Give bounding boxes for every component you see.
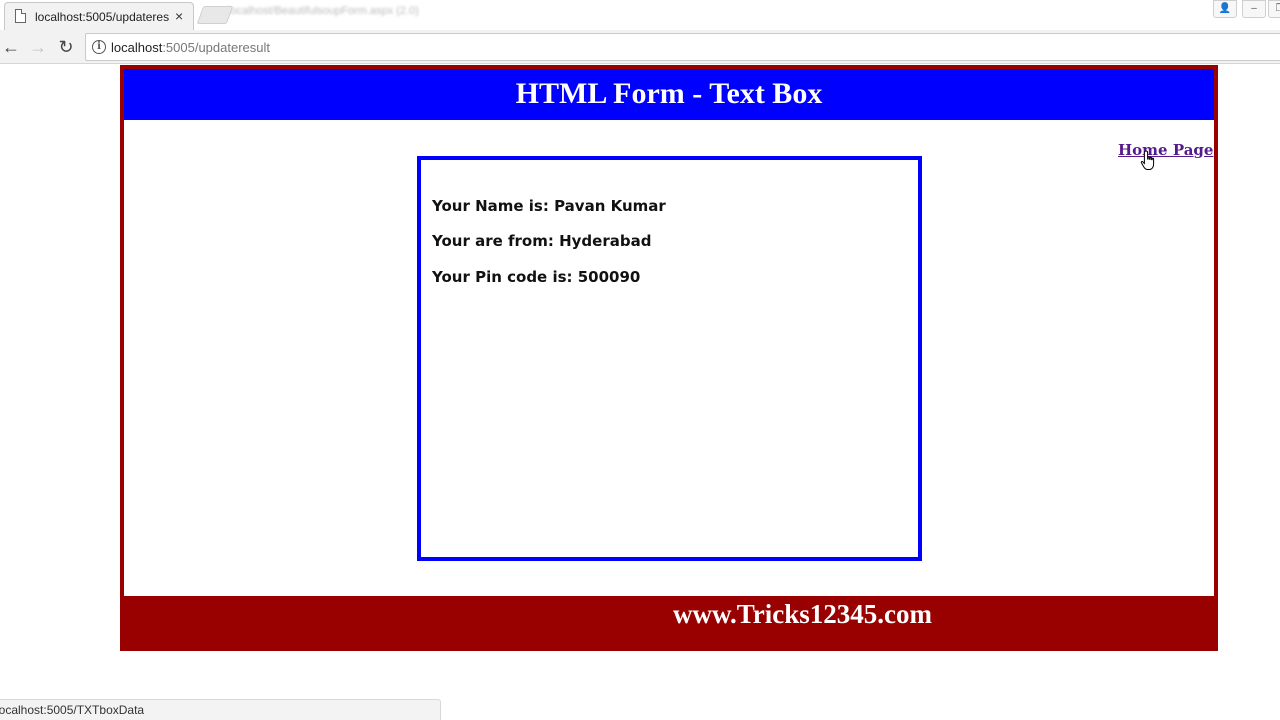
- page-icon: [15, 9, 26, 23]
- restore-button[interactable]: ❐: [1268, 0, 1280, 18]
- tab-inactive[interactable]: localhost/BeautifulsoupForm.aspx (2.0): [200, 5, 450, 27]
- tab-active[interactable]: localhost:5005/updateres ×: [4, 2, 194, 30]
- url-host: localhost: [111, 40, 163, 55]
- status-url: localhost:5005/TXTboxData: [0, 703, 145, 717]
- tab-inactive-title: localhost/BeautifulsoupForm.aspx (2.0): [228, 5, 419, 17]
- result-box: Your Name is: Pavan Kumar Your are from:…: [417, 156, 922, 561]
- footer-site-text: www.Tricks12345.com: [673, 599, 932, 629]
- status-bar: localhost:5005/TXTboxData: [0, 699, 441, 720]
- browser-toolbar: ← → ↻ i localhost:5005/updateresult: [0, 30, 1280, 64]
- info-icon[interactable]: i: [92, 40, 106, 54]
- name-result: Your Name is: Pavan Kumar: [432, 197, 666, 215]
- address-bar[interactable]: i localhost:5005/updateresult: [85, 33, 1280, 61]
- home-page-link[interactable]: Home Page: [1118, 141, 1213, 159]
- url-path: :5005/updateresult: [162, 40, 271, 55]
- url-text[interactable]: localhost:5005/updateresult: [111, 40, 270, 55]
- tab-title: localhost:5005/updateres: [35, 10, 170, 24]
- back-arrow-icon[interactable]: ←: [0, 36, 22, 58]
- hand-cursor-icon: [1140, 150, 1155, 170]
- page-title: HTML Form - Text Box: [515, 77, 823, 110]
- user-icon[interactable]: 👤: [1213, 0, 1237, 18]
- location-result: Your are from: Hyderabad: [432, 232, 652, 250]
- pincode-result: Your Pin code is: 500090: [432, 268, 641, 286]
- tab-close-icon[interactable]: ×: [175, 8, 183, 24]
- page-header: HTML Form - Text Box: [124, 69, 1214, 120]
- minimize-button[interactable]: –: [1242, 0, 1266, 18]
- forward-arrow-icon[interactable]: →: [27, 36, 49, 58]
- page-footer: www.Tricks12345.com: [120, 596, 1218, 651]
- reload-icon[interactable]: ↻: [55, 36, 77, 58]
- tab-strip: localhost:5005/updateres × localhost/Bea…: [0, 0, 1280, 30]
- page-frame: HTML Form - Text Box Home Page Your Name…: [120, 65, 1218, 651]
